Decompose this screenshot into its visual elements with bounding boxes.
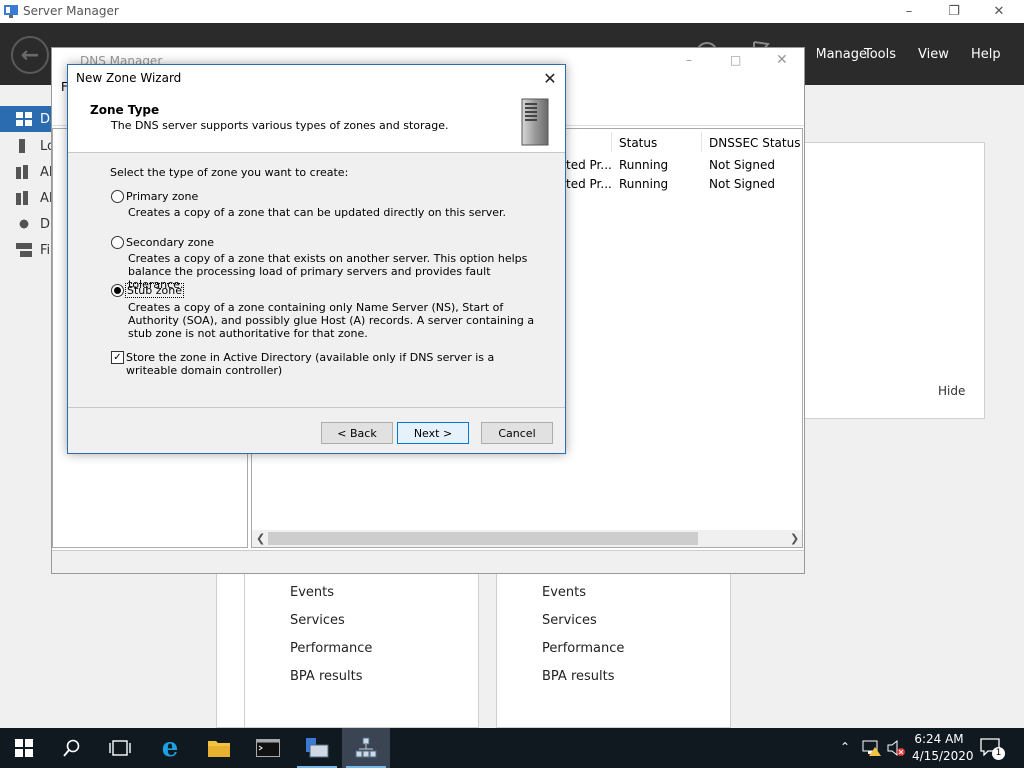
radio-selected-dot xyxy=(114,287,121,294)
stub-zone-description: Creates a copy of a zone containing only… xyxy=(128,301,535,340)
zone-row-type: ted Pr... xyxy=(566,177,612,191)
show-hidden-icons-chevron-icon[interactable]: ⌃ xyxy=(840,740,850,754)
sidebar-item-dns[interactable]: DNS xyxy=(0,211,52,237)
clock-time[interactable]: 6:24 AM xyxy=(912,732,966,746)
tile-link-performance[interactable]: Performance xyxy=(542,641,624,656)
secondary-zone-description: Creates a copy of a zone that exists on … xyxy=(128,252,528,291)
volume-muted-icon[interactable] xyxy=(886,739,906,757)
dashboard-icon xyxy=(16,112,32,126)
file-storage-icon xyxy=(16,243,32,257)
task-view-icon xyxy=(109,740,131,756)
wizard-heading: Zone Type xyxy=(90,103,160,117)
scroll-left-icon[interactable]: ❮ xyxy=(256,532,265,545)
wizard-divider xyxy=(68,407,565,408)
tile-link-events[interactable]: Events xyxy=(290,585,334,600)
wizard-subheading: The DNS server supports various types of… xyxy=(111,119,449,132)
search-button[interactable] xyxy=(48,728,96,768)
primary-zone-label[interactable]: Primary zone xyxy=(126,190,198,203)
scroll-right-icon[interactable]: ❯ xyxy=(790,532,799,545)
store-in-ad-checkbox[interactable]: ✓ xyxy=(111,351,124,364)
server-manager-icon xyxy=(4,5,18,18)
clock-date[interactable]: 4/15/2020 xyxy=(912,749,974,763)
scrollbar[interactable] xyxy=(1014,86,1024,728)
dns-minimize-button[interactable]: – xyxy=(686,53,692,67)
ad-ds-icon xyxy=(16,191,32,205)
tile-link-services[interactable]: Services xyxy=(290,613,345,628)
windows-logo-icon xyxy=(15,739,33,757)
menu-help[interactable]: Help xyxy=(971,47,1001,62)
dns-icon xyxy=(16,217,32,231)
notification-count-badge: 1 xyxy=(992,747,1005,760)
secondary-zone-label[interactable]: Secondary zone xyxy=(126,236,214,249)
back-arrow-icon[interactable]: ← xyxy=(11,36,49,74)
primary-zone-radio[interactable] xyxy=(111,190,124,203)
wizard-close-button[interactable]: ✕ xyxy=(538,66,562,90)
tile-link-services[interactable]: Services xyxy=(542,613,597,628)
dns-maximize-button[interactable]: □ xyxy=(730,53,741,67)
maximize-button[interactable]: ❐ xyxy=(931,0,977,23)
dns-close-button[interactable]: ✕ xyxy=(776,52,788,68)
zone-row-dnssec: Not Signed xyxy=(709,177,776,191)
sidebar-item-local-server[interactable]: Local Server xyxy=(0,133,52,159)
command-prompt-icon xyxy=(256,739,280,757)
secondary-zone-radio[interactable] xyxy=(111,236,124,249)
next-button[interactable]: Next > xyxy=(397,422,469,444)
cancel-button[interactable]: Cancel xyxy=(481,422,553,444)
dns-server-icon xyxy=(521,98,549,146)
tile-link-performance[interactable]: Performance xyxy=(290,641,372,656)
column-header-status[interactable]: Status xyxy=(619,136,657,150)
stub-zone-radio[interactable] xyxy=(111,284,124,297)
back-button[interactable]: < Back xyxy=(321,422,393,444)
minimize-button[interactable]: – xyxy=(886,0,932,23)
taskbar-dns-manager[interactable] xyxy=(342,728,390,768)
taskbar-file-explorer[interactable] xyxy=(195,728,243,768)
server-manager-title: Server Manager xyxy=(23,4,119,18)
welcome-panel xyxy=(776,142,985,419)
store-in-ad-label[interactable]: Store the zone in Active Directory (avai… xyxy=(126,351,541,377)
search-icon xyxy=(63,739,80,757)
menu-tools[interactable]: Tools xyxy=(864,47,896,62)
sidebar-item-all-servers[interactable]: All Servers xyxy=(0,159,52,185)
dns-statusbar xyxy=(52,550,804,573)
zone-row-status: Running xyxy=(619,177,669,191)
server-manager-titlebar xyxy=(0,0,1024,23)
network-warning-icon[interactable] xyxy=(862,739,882,757)
servers-icon xyxy=(16,165,32,179)
action-center-button[interactable]: 1 xyxy=(980,738,1005,760)
column-header-dnssec[interactable]: DNSSEC Status xyxy=(709,136,800,150)
taskbar-command-prompt[interactable] xyxy=(244,728,292,768)
task-view-button[interactable] xyxy=(96,728,144,768)
internet-explorer-icon: e xyxy=(161,733,179,763)
sidebar-item-ad-ds[interactable]: AD DS xyxy=(0,185,52,211)
checkmark-icon: ✓ xyxy=(113,351,122,363)
close-button[interactable]: ✕ xyxy=(976,0,1022,23)
tile-link-bpa-results[interactable]: BPA results xyxy=(542,669,615,684)
menu-manage[interactable]: Manage xyxy=(817,47,867,62)
zone-row-dnssec: Not Signed xyxy=(709,158,776,172)
dns-manager-icon xyxy=(355,737,377,758)
zone-type-prompt: Select the type of zone you want to crea… xyxy=(110,166,349,179)
scrollbar-thumb[interactable] xyxy=(268,532,698,545)
server-manager-icon xyxy=(306,738,329,758)
sidebar-item-file-storage[interactable]: File and Storage Services xyxy=(0,237,52,263)
taskbar-internet-explorer[interactable]: e xyxy=(146,728,194,768)
start-button[interactable] xyxy=(0,728,48,768)
hide-link[interactable]: Hide xyxy=(938,384,965,398)
stub-zone-label[interactable]: Stub zone xyxy=(125,283,184,298)
taskbar-server-manager[interactable] xyxy=(293,728,341,768)
wizard-title: New Zone Wizard xyxy=(76,71,182,85)
sidebar-item-dashboard[interactable]: Dashboard xyxy=(0,106,52,132)
zone-row-type: ted Pr... xyxy=(566,158,612,172)
tile-link-bpa-results[interactable]: BPA results xyxy=(290,669,363,684)
folder-icon xyxy=(208,741,230,757)
zone-row-status: Running xyxy=(619,158,669,172)
server-icon xyxy=(16,139,32,153)
tile-link-events[interactable]: Events xyxy=(542,585,586,600)
menu-view[interactable]: View xyxy=(918,47,949,62)
primary-zone-description: Creates a copy of a zone that can be upd… xyxy=(128,206,507,219)
